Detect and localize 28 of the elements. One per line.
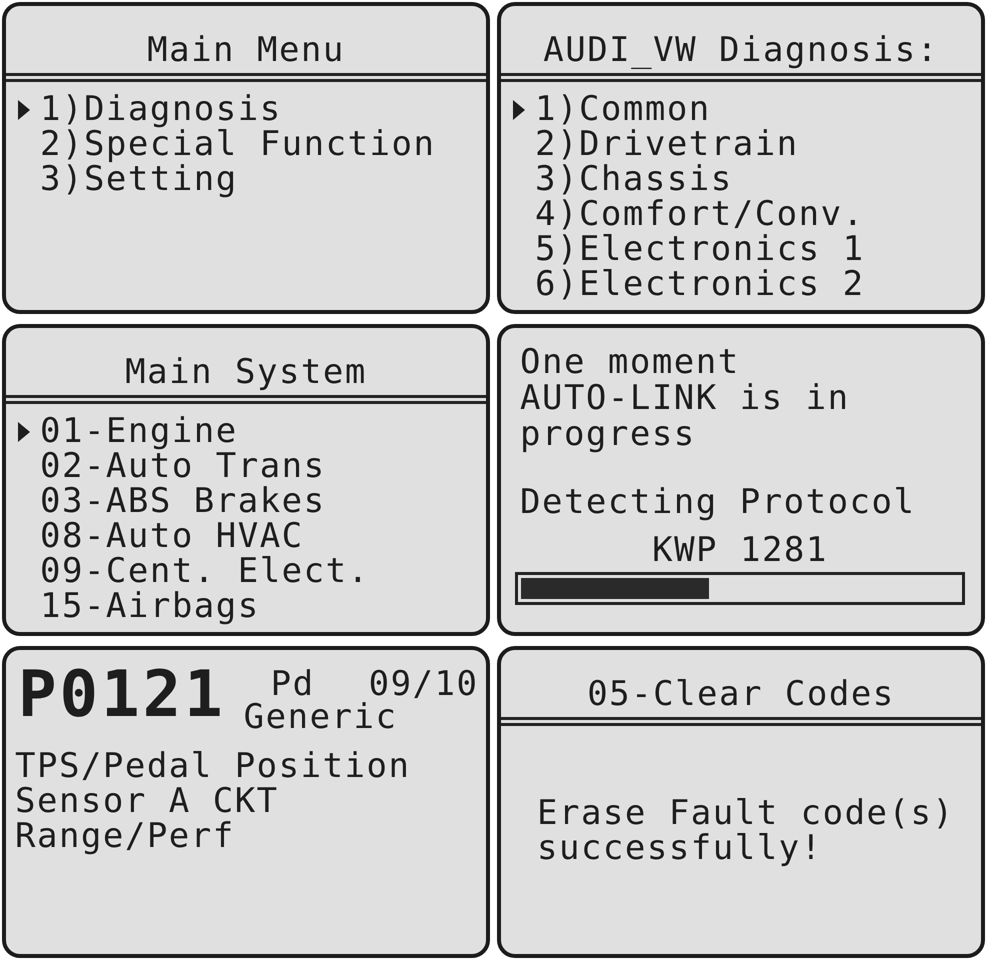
menu-item[interactable]: 1)Diagnosis [18,92,282,127]
code-counter: 09/10 [368,668,478,701]
screen-title: Main System [125,352,367,392]
menu-item[interactable]: 15-Airbags [18,589,260,624]
code-status: Pd [270,668,315,701]
result-message: Erase Fault code(s) successfully! [537,796,954,866]
code-type: Generic [244,701,398,734]
menu-item[interactable]: 01-Engine [18,414,238,449]
menu-item[interactable]: 4)Comfort/Conv. [513,197,865,232]
protocol-name: KWP 1281 [652,532,828,568]
screen-title: Main Menu [147,30,345,70]
menu-item[interactable]: 6)Electronics 2 [513,267,865,302]
menu-item[interactable]: 08-Auto HVAC [18,519,304,554]
menu-item[interactable]: 3)Setting [18,162,238,197]
menu-item[interactable]: 2)Drivetrain [513,127,799,162]
menu-item[interactable]: 2)Special Function [18,127,436,162]
menu-item[interactable]: 1)Common [513,92,711,127]
menu-item[interactable]: 02-Auto Trans [18,449,326,484]
trouble-code: P0121 [18,665,226,725]
code-description: TPS/Pedal Position Sensor A CKT Range/Perf [15,749,410,854]
menu-item[interactable]: 03-ABS Brakes [18,484,326,519]
status-message: One moment AUTO-LINK is in progress [520,344,850,452]
menu-item[interactable]: 09-Cent. Elect. [18,554,370,589]
status-text: Detecting Protocol [520,484,916,520]
menu-item[interactable]: 5)Electronics 1 [513,232,865,267]
screen-title: AUDI_VW Diagnosis: [543,30,939,70]
screen-title: 05-Clear Codes [587,674,895,714]
menu-item[interactable]: 3)Chassis [513,162,733,197]
